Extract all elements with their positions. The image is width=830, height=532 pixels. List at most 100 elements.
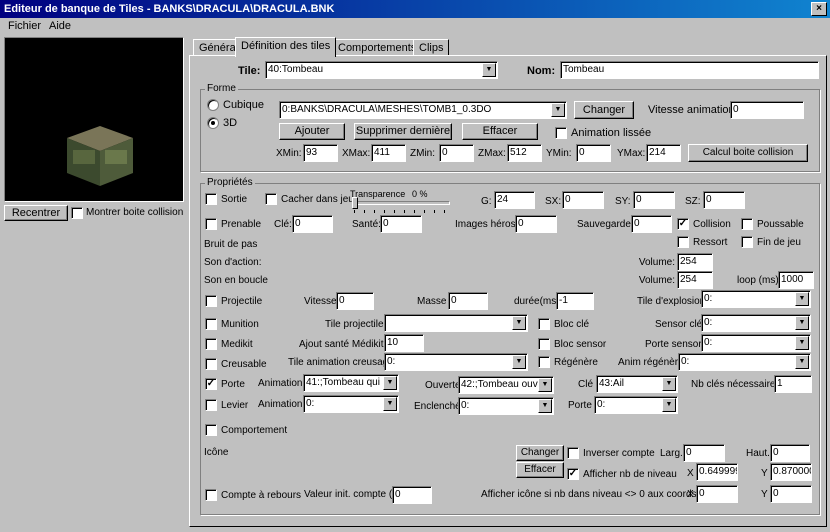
sensor-cle-select[interactable]: 0: ▼ bbox=[701, 314, 811, 332]
y1-input[interactable]: 0.870000 bbox=[770, 463, 812, 481]
zmax-input[interactable]: 512 bbox=[507, 144, 542, 162]
medikit-checkbox[interactable] bbox=[205, 338, 217, 350]
prenable-checkbox[interactable] bbox=[205, 218, 217, 230]
show-box-checkbox[interactable] bbox=[71, 207, 83, 219]
porte2-select[interactable]: 0: ▼ bbox=[594, 396, 678, 414]
volume2-input[interactable]: 254 bbox=[677, 271, 713, 289]
afficher-nb-label: Afficher nb de niveau bbox=[583, 469, 677, 480]
munition-checkbox[interactable] bbox=[205, 318, 217, 330]
cacher-checkbox[interactable] bbox=[265, 193, 277, 205]
anim-regenere-label: Anim régénère bbox=[618, 357, 684, 368]
masse-input[interactable]: 0 bbox=[448, 292, 488, 310]
sx-input[interactable]: 0 bbox=[562, 191, 604, 209]
animation-levier-select[interactable]: 0: ▼ bbox=[303, 395, 399, 413]
transparence-slider-thumb[interactable] bbox=[352, 197, 358, 209]
ymax-input[interactable]: 214 bbox=[646, 144, 681, 162]
haut-input[interactable]: 0 bbox=[770, 444, 810, 462]
anim-lissee-checkbox[interactable] bbox=[555, 127, 567, 139]
x1-input[interactable]: 0.649999 bbox=[696, 463, 738, 481]
comportement-checkbox[interactable] bbox=[205, 424, 217, 436]
close-button[interactable]: × bbox=[811, 2, 827, 16]
tile-select[interactable]: 40:Tombeau ▼ bbox=[265, 61, 498, 79]
bloc-sensor-checkbox[interactable] bbox=[538, 338, 550, 350]
tile-anim-creusage-label: Tile animation creusage bbox=[288, 357, 394, 368]
images-heros-input[interactable]: 0 bbox=[515, 215, 557, 233]
y2-input[interactable]: 0 bbox=[770, 485, 812, 503]
poussable-checkbox[interactable] bbox=[741, 218, 753, 230]
sortie-checkbox[interactable] bbox=[205, 193, 217, 205]
3d-radio[interactable] bbox=[207, 117, 219, 129]
tile-projectile-select[interactable]: ▼ bbox=[384, 314, 528, 332]
ressort-checkbox[interactable] bbox=[677, 236, 689, 248]
tab-clips[interactable]: Clips bbox=[413, 39, 450, 56]
sz-input[interactable]: 0 bbox=[703, 191, 745, 209]
tile-preview-viewport[interactable] bbox=[4, 37, 184, 202]
tile-anim-creusage-select[interactable]: 0: ▼ bbox=[384, 353, 528, 371]
menu-fichier[interactable]: Fichier bbox=[8, 20, 41, 32]
xmin-input[interactable]: 93 bbox=[303, 144, 338, 162]
vitesse-input[interactable]: 0 bbox=[336, 292, 374, 310]
icone-label: Icône bbox=[204, 447, 229, 458]
chevron-down-icon: ▼ bbox=[795, 355, 809, 369]
tab-comportements[interactable]: Comportements bbox=[332, 39, 423, 56]
ajouter-button[interactable]: Ajouter bbox=[279, 123, 345, 140]
bloc-cle-checkbox[interactable] bbox=[538, 318, 550, 330]
prenable-label: Prenable bbox=[221, 219, 262, 230]
cle-input[interactable]: 0 bbox=[292, 215, 333, 233]
ouverte-select[interactable]: 42:;Tombeau ouver ▼ bbox=[458, 376, 554, 394]
regenere-checkbox[interactable] bbox=[538, 356, 550, 368]
tile-explosion-select[interactable]: 0: ▼ bbox=[701, 290, 811, 308]
compte-rebours-checkbox[interactable] bbox=[205, 489, 217, 501]
chevron-down-icon: ▼ bbox=[538, 378, 552, 392]
cubique-radio[interactable] bbox=[207, 99, 219, 111]
bloc-sensor-label: Bloc sensor bbox=[554, 339, 607, 350]
creusable-checkbox[interactable] bbox=[205, 358, 217, 370]
ajout-sante-input[interactable]: 10 bbox=[384, 334, 424, 352]
calcul-collision-button[interactable]: Calcul boite collision bbox=[688, 144, 808, 162]
mesh-changer-button[interactable]: Changer bbox=[574, 101, 634, 119]
inverser-compte-label: Inverser compte bbox=[583, 448, 655, 459]
sauvegarde-input[interactable]: 0 bbox=[631, 215, 672, 233]
cle2-select[interactable]: 43:Ail ▼ bbox=[596, 375, 678, 393]
zmin-input[interactable]: 0 bbox=[439, 144, 474, 162]
vitesse-anim-label: Vitesse animation: bbox=[648, 104, 738, 116]
valeur-init-input[interactable]: 0 bbox=[392, 486, 432, 504]
vitesse-label: Vitesse bbox=[304, 296, 337, 307]
chevron-down-icon: ▼ bbox=[662, 398, 676, 412]
nb-cles-input[interactable]: 1 bbox=[774, 375, 812, 393]
fin-jeu-checkbox[interactable] bbox=[741, 236, 753, 248]
vitesse-anim-input[interactable]: 0 bbox=[730, 101, 804, 119]
collision-checkbox[interactable]: ✓ bbox=[677, 218, 689, 230]
enclenche-select[interactable]: 0: ▼ bbox=[458, 397, 554, 415]
ymin-input[interactable]: 0 bbox=[576, 144, 611, 162]
sy-input[interactable]: 0 bbox=[633, 191, 675, 209]
name-input[interactable]: Tombeau bbox=[560, 61, 819, 79]
x2-input[interactable]: 0 bbox=[696, 485, 738, 503]
recenter-button[interactable]: Recentrer bbox=[4, 205, 68, 221]
effacer-mesh-button[interactable]: Effacer bbox=[462, 123, 538, 140]
porte-checkbox[interactable]: ✓ bbox=[205, 378, 217, 390]
porte-sensor-select[interactable]: 0: ▼ bbox=[701, 334, 811, 352]
xmax-input[interactable]: 411 bbox=[371, 144, 406, 162]
larg-input[interactable]: 0 bbox=[683, 444, 725, 462]
menu-aide[interactable]: Aide bbox=[49, 20, 71, 32]
chevron-down-icon: ▼ bbox=[662, 377, 676, 391]
anim-regenere-select[interactable]: 0: ▼ bbox=[678, 353, 811, 371]
icone-effacer-button[interactable]: Effacer bbox=[516, 462, 564, 478]
afficher-nb-checkbox[interactable]: ✓ bbox=[567, 468, 579, 480]
inverser-compte-checkbox[interactable] bbox=[567, 447, 579, 459]
animation-levier-label: Animation bbox=[258, 399, 303, 410]
loop-input[interactable]: 1000 bbox=[778, 271, 814, 289]
mesh-select[interactable]: 0:BANKS\DRACULA\MESHES\TOMB1_0.3DO ▼ bbox=[279, 101, 567, 119]
icone-changer-button[interactable]: Changer bbox=[516, 445, 564, 461]
tab-definition[interactable]: Définition des tiles bbox=[235, 37, 337, 57]
sante-input[interactable]: 0 bbox=[380, 215, 422, 233]
g-input[interactable]: 24 bbox=[494, 191, 535, 209]
projectile-checkbox[interactable] bbox=[205, 295, 217, 307]
levier-checkbox[interactable] bbox=[205, 399, 217, 411]
transparence-slider[interactable] bbox=[352, 201, 450, 205]
duree-input[interactable]: -1 bbox=[556, 292, 594, 310]
animation-porte-select[interactable]: 41:;Tombeau qui s'o ▼ bbox=[303, 374, 399, 392]
supprimer-button[interactable]: Supprimer dernière bbox=[354, 123, 452, 140]
volume1-input[interactable]: 254 bbox=[677, 253, 713, 271]
